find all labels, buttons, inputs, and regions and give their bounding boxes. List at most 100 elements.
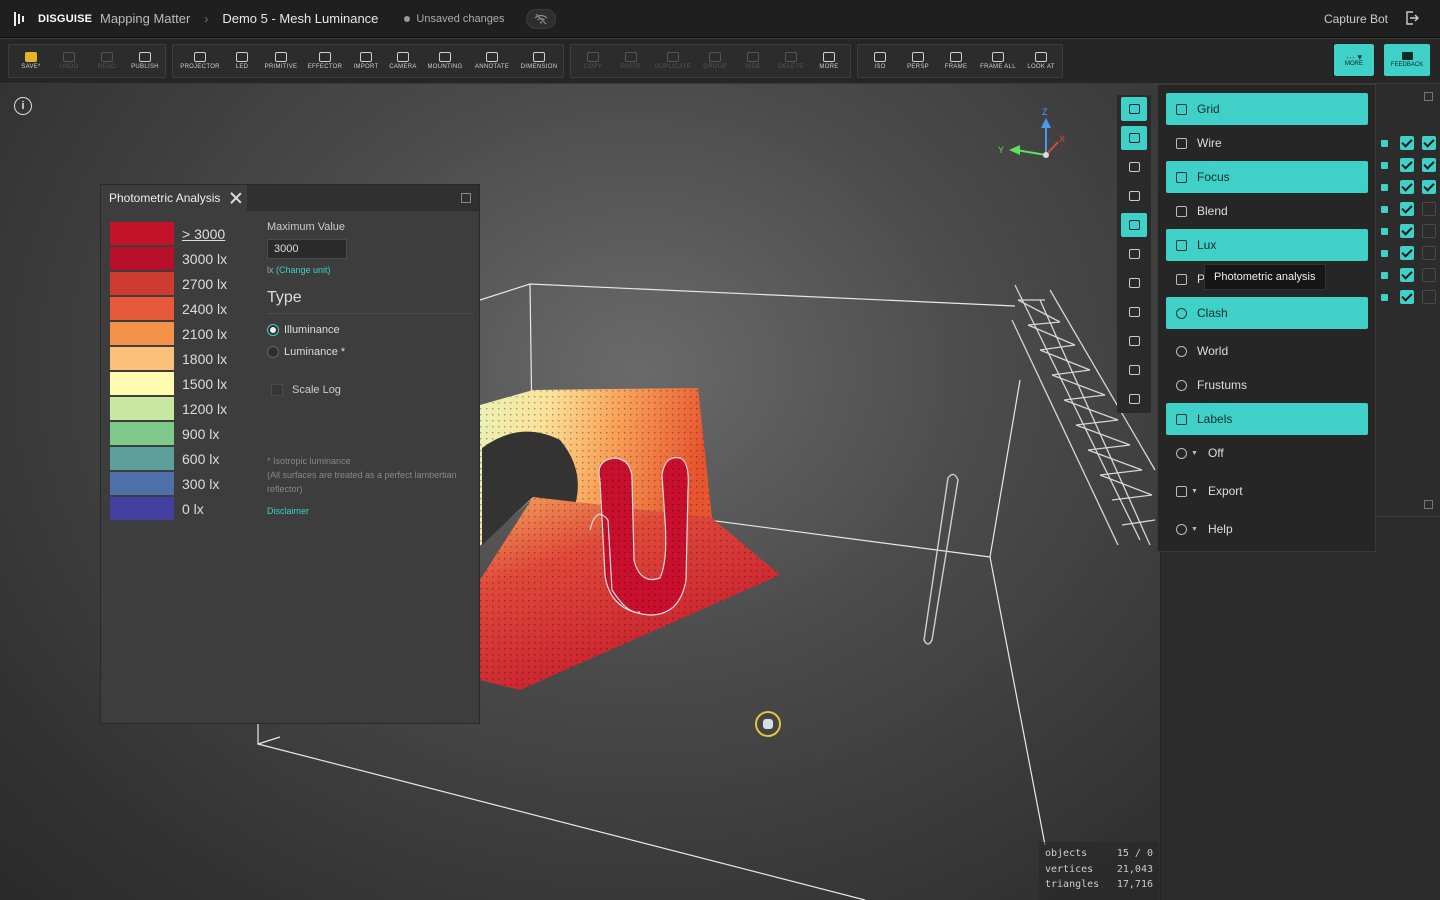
lock-checkbox[interactable] xyxy=(1422,268,1436,282)
copy-button[interactable]: COPY xyxy=(575,45,611,77)
lock-checkbox[interactable] xyxy=(1422,224,1436,238)
radio-luminance[interactable]: Luminance * xyxy=(267,346,473,358)
frame-all-button[interactable]: FRAME ALL xyxy=(976,45,1020,77)
dimension-button[interactable]: DIMENSION xyxy=(517,45,561,77)
scene-tree-button[interactable] xyxy=(1121,97,1147,121)
eye-icon xyxy=(1035,52,1047,62)
led-button[interactable]: LED xyxy=(227,45,257,77)
lock-checkbox[interactable] xyxy=(1422,158,1436,172)
feedback-button[interactable]: FEEDBACK xyxy=(1384,44,1430,76)
labels-icon xyxy=(1176,413,1187,425)
copy-icon xyxy=(587,52,599,62)
popout-icon[interactable] xyxy=(1424,92,1433,101)
hide-button[interactable]: HIDE xyxy=(735,45,771,77)
save-button[interactable]: SAVE* xyxy=(13,45,49,77)
legend-label[interactable]: > 3000 xyxy=(182,226,225,242)
menu-item-world[interactable]: World xyxy=(1166,335,1368,367)
properties-button[interactable] xyxy=(1121,126,1147,150)
projector-button[interactable]: PROJECTOR xyxy=(177,45,223,77)
visibility-checkbox[interactable] xyxy=(1400,268,1414,282)
menu-item-blend[interactable]: Blend xyxy=(1166,195,1368,227)
iso-view-button[interactable]: ISO xyxy=(862,45,898,77)
mounting-icon xyxy=(439,52,451,62)
annotate-button[interactable]: ANNOTATE xyxy=(469,45,515,77)
grid-view-button[interactable] xyxy=(1121,242,1147,266)
lock-checkbox[interactable] xyxy=(1422,180,1436,194)
menu-item-clash[interactable]: Clash xyxy=(1166,297,1368,329)
disclaimer-link[interactable]: Disclaimer xyxy=(267,506,473,516)
scale-log-checkbox[interactable] xyxy=(271,384,283,396)
lock-checkbox[interactable] xyxy=(1422,202,1436,216)
publish-button[interactable]: PUBLISH xyxy=(127,45,163,77)
off-icon xyxy=(1176,447,1187,459)
photometric-button[interactable] xyxy=(1121,213,1147,237)
menu-item-grid[interactable]: Grid xyxy=(1166,93,1368,125)
duplicate-button[interactable]: DUPLICATE xyxy=(651,45,695,77)
popout-icon[interactable] xyxy=(1424,500,1433,509)
visibility-checkbox[interactable] xyxy=(1400,246,1414,260)
edit-more-button[interactable]: MORE xyxy=(811,45,847,77)
image-button[interactable] xyxy=(1121,387,1147,411)
menu-item-lux[interactable]: Lux xyxy=(1166,229,1368,261)
effector-button[interactable]: EFFECTOR xyxy=(305,45,345,77)
menu-item-frustums[interactable]: Frustums xyxy=(1166,369,1368,401)
delete-button[interactable]: DELETE xyxy=(773,45,809,77)
visibility-checkbox[interactable] xyxy=(1400,224,1414,238)
scale-log-toggle[interactable]: Scale Log xyxy=(267,384,473,396)
radio-selected-icon[interactable] xyxy=(267,324,279,336)
redo-button[interactable]: REDO xyxy=(89,45,125,77)
look-at-button[interactable]: LOOK AT xyxy=(1022,45,1060,77)
tab-photometric-analysis[interactable]: Photometric Analysis xyxy=(101,185,247,211)
camera-button[interactable]: CAMERA xyxy=(385,45,421,77)
menu-item-help[interactable]: ▼ Help xyxy=(1166,513,1368,545)
layers-button[interactable] xyxy=(1121,155,1147,179)
info-button[interactable]: i xyxy=(14,97,32,115)
breadcrumb-project[interactable]: Mapping Matter xyxy=(100,11,190,26)
camera-view-button[interactable] xyxy=(1121,271,1147,295)
lock-checkbox[interactable] xyxy=(1422,246,1436,260)
brand[interactable]: DISGUISE xyxy=(0,11,100,26)
visibility-checkbox[interactable] xyxy=(1400,180,1414,194)
sequencing-button[interactable] xyxy=(1121,184,1147,208)
persp-view-button[interactable]: PERSP xyxy=(900,45,936,77)
max-value-input[interactable] xyxy=(267,239,347,259)
radio-illuminance[interactable]: Illuminance xyxy=(267,324,473,336)
legend-swatch xyxy=(110,322,174,345)
group-button[interactable]: GROUP xyxy=(697,45,733,77)
import-button[interactable]: IMPORT xyxy=(349,45,383,77)
history-button[interactable] xyxy=(1121,358,1147,382)
perspective-icon xyxy=(912,52,924,62)
visibility-checkbox[interactable] xyxy=(1400,158,1414,172)
change-unit-link[interactable]: (Change unit) xyxy=(276,265,331,275)
popout-icon[interactable] xyxy=(461,193,471,203)
lock-checkbox[interactable] xyxy=(1422,290,1436,304)
connection-status-button[interactable] xyxy=(526,8,557,29)
legend-label: 2400 lx xyxy=(182,300,228,317)
visibility-checkbox[interactable] xyxy=(1400,136,1414,150)
close-icon[interactable] xyxy=(230,192,242,204)
primitive-button[interactable]: PRIMITIVE xyxy=(261,45,301,77)
user-name[interactable]: Capture Bot xyxy=(1324,12,1388,26)
visibility-checkbox[interactable] xyxy=(1400,290,1414,304)
logout-icon[interactable] xyxy=(1404,10,1420,26)
frame-button[interactable]: FRAME xyxy=(938,45,974,77)
photometric-tooltip: Photometric analysis xyxy=(1204,264,1326,290)
menu-item-export[interactable]: ▼ Export xyxy=(1166,475,1368,507)
breadcrumb-document[interactable]: Demo 5 - Mesh Luminance xyxy=(222,11,378,26)
axis-gizmo[interactable]: Z Y X xyxy=(998,107,1065,158)
menu-item-off[interactable]: ▼ Off xyxy=(1166,437,1368,469)
menu-item-labels[interactable]: Labels xyxy=(1166,403,1368,435)
undo-button[interactable]: UNDO xyxy=(51,45,87,77)
mounting-button[interactable]: MOUNTING xyxy=(423,45,467,77)
document-button[interactable] xyxy=(1121,329,1147,353)
settings-button[interactable] xyxy=(1121,300,1147,324)
more-menu-button[interactable]: ··· ▾ MORE xyxy=(1333,43,1375,77)
lock-checkbox[interactable] xyxy=(1422,136,1436,150)
paste-button[interactable]: PASTE xyxy=(613,45,649,77)
menu-item-wire[interactable]: Wire xyxy=(1166,127,1368,159)
radio-unselected-icon[interactable] xyxy=(267,346,279,358)
visibility-checkbox[interactable] xyxy=(1400,202,1414,216)
image-icon xyxy=(1128,394,1140,404)
menu-item-focus[interactable]: Focus xyxy=(1166,161,1368,193)
legend-row: 300 lx xyxy=(110,471,227,496)
